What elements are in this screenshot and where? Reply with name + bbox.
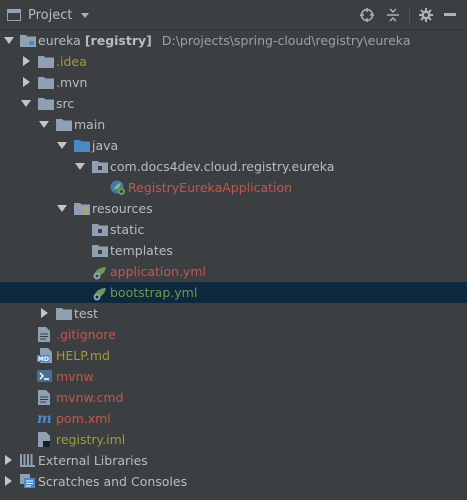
chevron-down-icon [81, 12, 90, 18]
tree-item-label: com.docs4dev.cloud.registry.eureka [110, 159, 335, 174]
text-file-icon [38, 327, 54, 342]
tree-item-help-md[interactable]: MD HELP.md [0, 345, 467, 366]
tree-item-external-libraries[interactable]: External Libraries [0, 450, 467, 471]
tree-item-label: application.yml [110, 264, 206, 279]
tree-item-label: Scratches and Consoles [38, 474, 188, 489]
module-name: eureka [38, 33, 81, 48]
tree-item-resources[interactable]: resources [0, 198, 467, 219]
tree-item-main[interactable]: main [0, 114, 467, 135]
expand-toggle[interactable] [4, 37, 14, 44]
maven-icon: m [37, 411, 53, 427]
tree-item-src[interactable]: src [0, 93, 467, 114]
markdown-file-icon: MD [37, 348, 53, 363]
tree-item-bootstrap-yml[interactable]: bootstrap.yml [0, 282, 467, 303]
spring-yml-icon [92, 285, 108, 301]
tree-item-test[interactable]: test [0, 303, 467, 324]
expand-toggle[interactable] [23, 77, 30, 87]
tree-item-eureka[interactable]: eureka [registry] D:\projects\spring-clo… [0, 30, 467, 51]
tree-item-registry-eureka-application[interactable]: RegistryEurekaApplication [0, 177, 467, 198]
tree-item-label: .gitignore [56, 327, 116, 342]
spring-boot-class-icon [110, 180, 126, 195]
tree-item-label: mvnw [56, 369, 94, 384]
expand-toggle[interactable] [21, 100, 31, 107]
tree-item-mvn[interactable]: .mvn [0, 72, 467, 93]
folder-icon [56, 306, 72, 320]
package-icon [92, 159, 108, 173]
tree-item-mvnw[interactable]: mvnw [0, 366, 467, 387]
text-file-icon [38, 390, 54, 405]
tree-item-scratches-and-consoles[interactable]: Scratches and Consoles [0, 471, 467, 492]
expand-toggle[interactable] [57, 205, 67, 212]
tree-item-label: main [74, 117, 106, 132]
tree-item-gitignore[interactable]: .gitignore [0, 324, 467, 345]
toolbar-separator [409, 7, 410, 23]
project-toolbar: Project [0, 0, 467, 30]
shell-script-icon [37, 369, 53, 383]
module-tag: [registry] [84, 33, 152, 48]
svg-text:MD: MD [38, 356, 49, 363]
tree-item-label: java [92, 138, 119, 153]
collapse-icon[interactable] [385, 7, 401, 23]
tree-item-label: External Libraries [38, 453, 148, 468]
scratches-icon [20, 474, 36, 488]
project-view-selector[interactable]: Project [7, 0, 90, 30]
resources-folder-icon [74, 201, 90, 215]
expand-toggle[interactable] [5, 476, 12, 486]
tree-item-mvnw-cmd[interactable]: mvnw.cmd [0, 387, 467, 408]
tree-item-idea[interactable]: .idea [0, 51, 467, 72]
tree-item-templates[interactable]: templates [0, 240, 467, 261]
tree-item-label: resources [92, 201, 153, 216]
package-icon [92, 243, 108, 257]
tree-item-label: pom.xml [56, 411, 111, 426]
source-folder-icon [74, 138, 90, 152]
folder-icon [38, 54, 54, 68]
folder-icon [38, 75, 54, 89]
svg-text:m: m [37, 411, 52, 425]
project-title: Project [28, 7, 73, 23]
libraries-icon [20, 453, 36, 467]
expand-toggle[interactable] [75, 163, 85, 170]
tree-item-label: HELP.md [56, 348, 110, 363]
tree-item-label: test [74, 306, 99, 321]
tree-item-static[interactable]: static [0, 219, 467, 240]
tree-item-label: bootstrap.yml [110, 285, 198, 300]
gear-icon[interactable] [418, 7, 434, 23]
module-folder-icon [20, 33, 36, 47]
tree-item-label: registry.iml [56, 432, 126, 447]
tree-item-label: .idea [56, 54, 87, 69]
module-path: D:\projects\spring-cloud\registry\eureka [161, 33, 411, 48]
target-icon[interactable] [359, 7, 375, 23]
spring-yml-icon [92, 264, 108, 280]
tree-item-application-yml[interactable]: application.yml [0, 261, 467, 282]
tree-item-java[interactable]: java [0, 135, 467, 156]
folder-icon [38, 96, 54, 110]
tree-item-label: src [56, 96, 75, 111]
tree-item-label: templates [110, 243, 173, 258]
expand-toggle[interactable] [23, 56, 30, 66]
package-icon [92, 222, 108, 236]
tree-item-package[interactable]: com.docs4dev.cloud.registry.eureka [0, 156, 467, 177]
tree-item-registry-iml[interactable]: registry.iml [0, 429, 467, 450]
hide-icon[interactable] [442, 7, 458, 23]
expand-toggle[interactable] [5, 455, 12, 465]
tree-item-label: mvnw.cmd [56, 390, 124, 405]
folder-icon [56, 117, 72, 131]
expand-toggle[interactable] [41, 308, 48, 318]
expand-toggle[interactable] [39, 121, 49, 128]
tree-item-pom-xml[interactable]: m pom.xml [0, 408, 467, 429]
expand-toggle[interactable] [57, 142, 67, 149]
project-window-icon [7, 9, 21, 21]
tree-item-label: RegistryEurekaApplication [128, 180, 293, 195]
tree-item-label: .mvn [56, 75, 88, 90]
iml-file-icon [38, 432, 54, 447]
tree-item-label: static [110, 222, 145, 237]
